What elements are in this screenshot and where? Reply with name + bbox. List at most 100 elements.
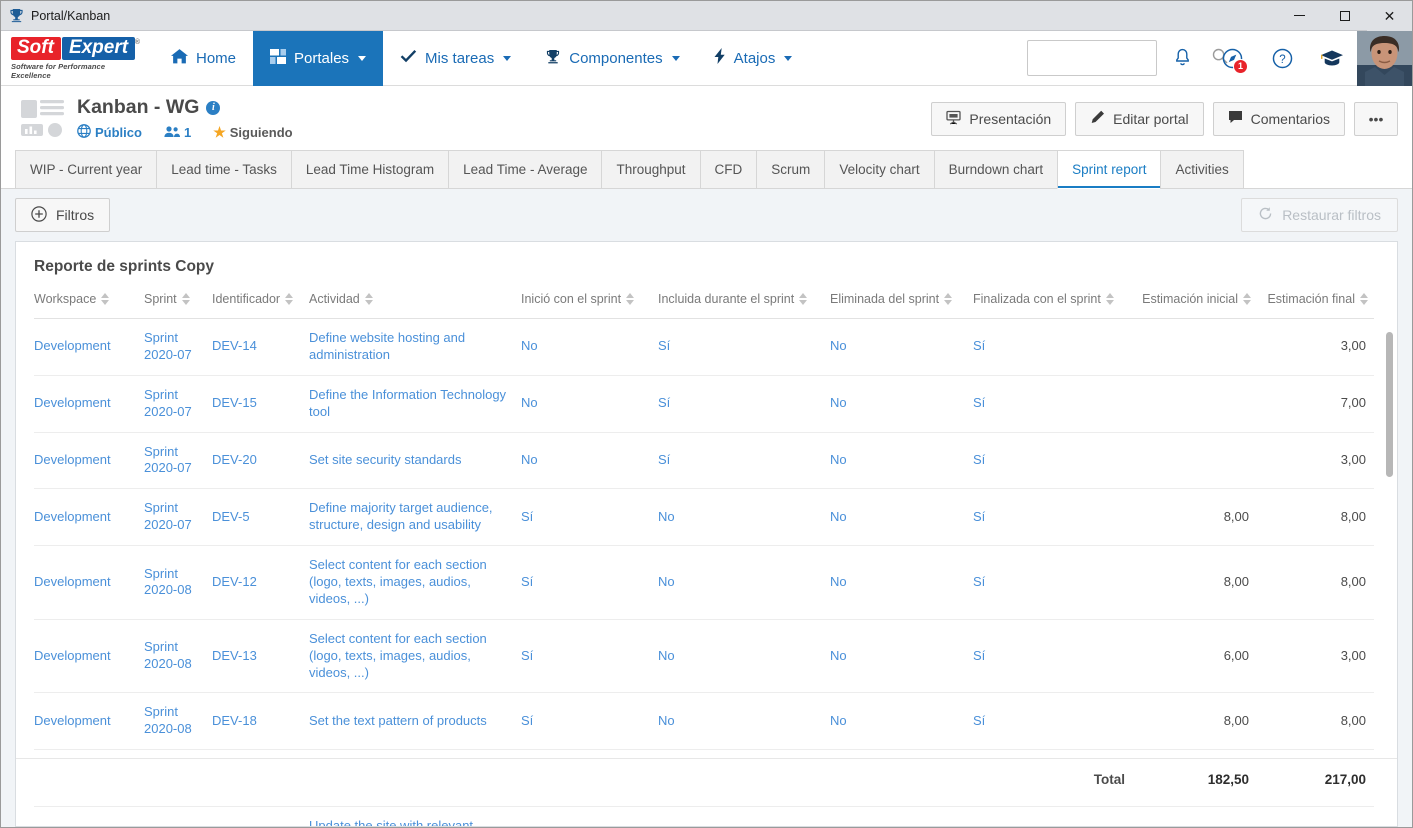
- cell-workspace[interactable]: Development: [34, 806, 144, 826]
- cell-actividad[interactable]: Update the site with relevant content ac…: [309, 806, 521, 826]
- cell-sprint[interactable]: Sprint 2020-07: [144, 432, 212, 490]
- edit-portal-button[interactable]: Editar portal: [1075, 101, 1204, 136]
- tab-wip-current-year[interactable]: WIP - Current year: [15, 150, 157, 188]
- cell-incluida-durante-sprint[interactable]: No: [658, 545, 830, 620]
- nav-item-atajos[interactable]: Atajos: [697, 31, 810, 86]
- cell-identificador[interactable]: DEV-13: [212, 619, 309, 694]
- cell-incluida-durante-sprint[interactable]: No: [658, 619, 830, 694]
- presentation-button[interactable]: Presentación: [931, 101, 1067, 136]
- column-header[interactable]: Inició con el sprint: [521, 286, 658, 319]
- cell-eliminada-del-sprint[interactable]: No: [830, 806, 973, 826]
- cell-finalizada-con-sprint[interactable]: Sí: [973, 375, 1133, 433]
- cell-sprint[interactable]: Sprint 2020-08: [144, 619, 212, 694]
- cell-finalizada-con-sprint[interactable]: Sí: [973, 488, 1133, 547]
- cell-actividad[interactable]: Set the text pattern of products: [309, 692, 521, 751]
- cell-sprint[interactable]: Sprint 2020-07: [144, 375, 212, 433]
- cell-inicio-con-sprint[interactable]: Sí: [521, 692, 658, 751]
- comments-button[interactable]: Comentarios: [1212, 101, 1345, 136]
- cell-incluida-durante-sprint[interactable]: No: [658, 488, 830, 547]
- nav-item-portales[interactable]: Portales: [253, 30, 384, 86]
- cell-sprint[interactable]: Sprint 2020-08: [144, 692, 212, 751]
- cell-incluida-durante-sprint[interactable]: Sí: [658, 375, 830, 433]
- cell-finalizada-con-sprint[interactable]: Sí: [973, 318, 1133, 376]
- tab-lead-time-average[interactable]: Lead Time - Average: [448, 150, 602, 188]
- column-header[interactable]: Identificador: [212, 286, 309, 319]
- cell-sprint[interactable]: Sprint 2020-07: [144, 318, 212, 376]
- cell-inicio-con-sprint[interactable]: No: [521, 318, 658, 376]
- global-search[interactable]: [1027, 40, 1228, 76]
- cell-actividad[interactable]: Define the Information Technology tool: [309, 375, 521, 433]
- softexpert-logo[interactable]: Soft Expert ® Software for Performance E…: [11, 36, 140, 80]
- sort-toggle-icon[interactable]: [799, 293, 808, 305]
- cell-inicio-con-sprint[interactable]: Sí: [521, 806, 658, 826]
- tab-lead-time-histogram[interactable]: Lead Time Histogram: [290, 150, 449, 188]
- portal-members[interactable]: 1: [164, 125, 191, 141]
- cell-inicio-con-sprint[interactable]: Sí: [521, 619, 658, 694]
- compass-icon[interactable]: 1: [1207, 31, 1257, 86]
- sort-toggle-icon[interactable]: [364, 293, 373, 305]
- cell-incluida-durante-sprint[interactable]: No: [658, 806, 830, 826]
- column-header[interactable]: Incluida durante el sprint: [658, 286, 830, 319]
- restore-filters-button[interactable]: Restaurar filtros: [1241, 198, 1398, 232]
- sort-toggle-icon[interactable]: [101, 293, 110, 305]
- table-row[interactable]: DevelopmentSprint 2020-08DEV-23Update th…: [34, 806, 1374, 826]
- cell-eliminada-del-sprint[interactable]: No: [830, 488, 973, 547]
- cell-finalizada-con-sprint[interactable]: Sí: [973, 806, 1133, 826]
- cell-eliminada-del-sprint[interactable]: No: [830, 692, 973, 751]
- cell-incluida-durante-sprint[interactable]: Sí: [658, 432, 830, 490]
- cell-workspace[interactable]: Development: [34, 318, 144, 376]
- column-header[interactable]: Finalizada con el sprint: [973, 286, 1133, 319]
- cell-identificador[interactable]: DEV-23: [212, 806, 309, 826]
- cell-actividad[interactable]: Define website hosting and administratio…: [309, 318, 521, 376]
- cell-finalizada-con-sprint[interactable]: Sí: [973, 545, 1133, 620]
- cell-workspace[interactable]: Development: [34, 692, 144, 751]
- table-row[interactable]: Development Sprint 2020-08 DEV-18 Set the t…: [34, 692, 1374, 751]
- cell-inicio-con-sprint[interactable]: Sí: [521, 488, 658, 547]
- cell-eliminada-del-sprint[interactable]: No: [830, 318, 973, 376]
- graduation-cap-icon[interactable]: [1307, 31, 1357, 86]
- cell-actividad[interactable]: Set site security standards: [309, 432, 521, 490]
- nav-item-componentes[interactable]: Componentes: [528, 31, 696, 86]
- table-vertical-scrollbar[interactable]: [1386, 332, 1393, 818]
- tab-sprint-report[interactable]: Sprint report: [1057, 150, 1161, 189]
- help-icon[interactable]: ?: [1257, 31, 1307, 86]
- cell-eliminada-del-sprint[interactable]: No: [830, 432, 973, 490]
- column-header[interactable]: Actividad: [309, 286, 521, 319]
- cell-eliminada-del-sprint[interactable]: No: [830, 375, 973, 433]
- cell-identificador[interactable]: DEV-18: [212, 692, 309, 751]
- following-status[interactable]: ★ Siguiendo: [213, 124, 292, 141]
- table-row[interactable]: Development Sprint 2020-07 DEV-5 Define maj…: [34, 488, 1374, 547]
- cell-identificador[interactable]: DEV-20: [212, 432, 309, 490]
- cell-eliminada-del-sprint[interactable]: No: [830, 619, 973, 694]
- column-header[interactable]: Workspace: [34, 286, 144, 319]
- cell-identificador[interactable]: DEV-12: [212, 545, 309, 620]
- sort-toggle-icon[interactable]: [1360, 293, 1368, 305]
- cell-sprint[interactable]: Sprint 2020-08: [144, 545, 212, 620]
- cell-actividad[interactable]: Define majority target audience, structu…: [309, 488, 521, 547]
- cell-workspace[interactable]: Development: [34, 619, 144, 694]
- sort-toggle-icon[interactable]: [626, 293, 635, 305]
- cell-actividad[interactable]: Select content for each section (logo, t…: [309, 619, 521, 694]
- table-row[interactable]: Development Sprint 2020-08 DEV-13 Select co…: [34, 619, 1374, 694]
- cell-inicio-con-sprint[interactable]: No: [521, 432, 658, 490]
- cell-finalizada-con-sprint[interactable]: Sí: [973, 619, 1133, 694]
- tab-lead-time-tasks[interactable]: Lead time - Tasks: [156, 150, 291, 188]
- table-row[interactable]: Development Sprint 2020-08 DEV-12 Select co…: [34, 545, 1374, 620]
- window-close-button[interactable]: ✕: [1367, 0, 1412, 31]
- tab-cfd[interactable]: CFD: [699, 150, 757, 188]
- tab-activities[interactable]: Activities: [1160, 150, 1244, 188]
- tab-throughput[interactable]: Throughput: [601, 150, 700, 188]
- filters-button[interactable]: Filtros: [15, 198, 111, 232]
- cell-inicio-con-sprint[interactable]: Sí: [521, 545, 658, 620]
- sort-toggle-icon[interactable]: [1243, 293, 1251, 305]
- bell-icon[interactable]: [1157, 31, 1207, 86]
- column-header[interactable]: Estimación inicial: [1133, 286, 1257, 319]
- tab-scrum[interactable]: Scrum: [756, 150, 825, 188]
- column-header[interactable]: Eliminada del sprint: [830, 286, 973, 319]
- nav-item-mis-tareas[interactable]: Mis tareas: [383, 31, 528, 86]
- more-options-button[interactable]: •••: [1354, 101, 1398, 136]
- user-avatar[interactable]: [1357, 30, 1412, 86]
- table-row[interactable]: Development Sprint 2020-07 DEV-15 Define th…: [34, 375, 1374, 433]
- report-table-scroll[interactable]: Workspace Sprint Identificador Actividad Ini…: [16, 286, 1397, 826]
- table-row[interactable]: Development Sprint 2020-07 DEV-14 Define we…: [34, 318, 1374, 376]
